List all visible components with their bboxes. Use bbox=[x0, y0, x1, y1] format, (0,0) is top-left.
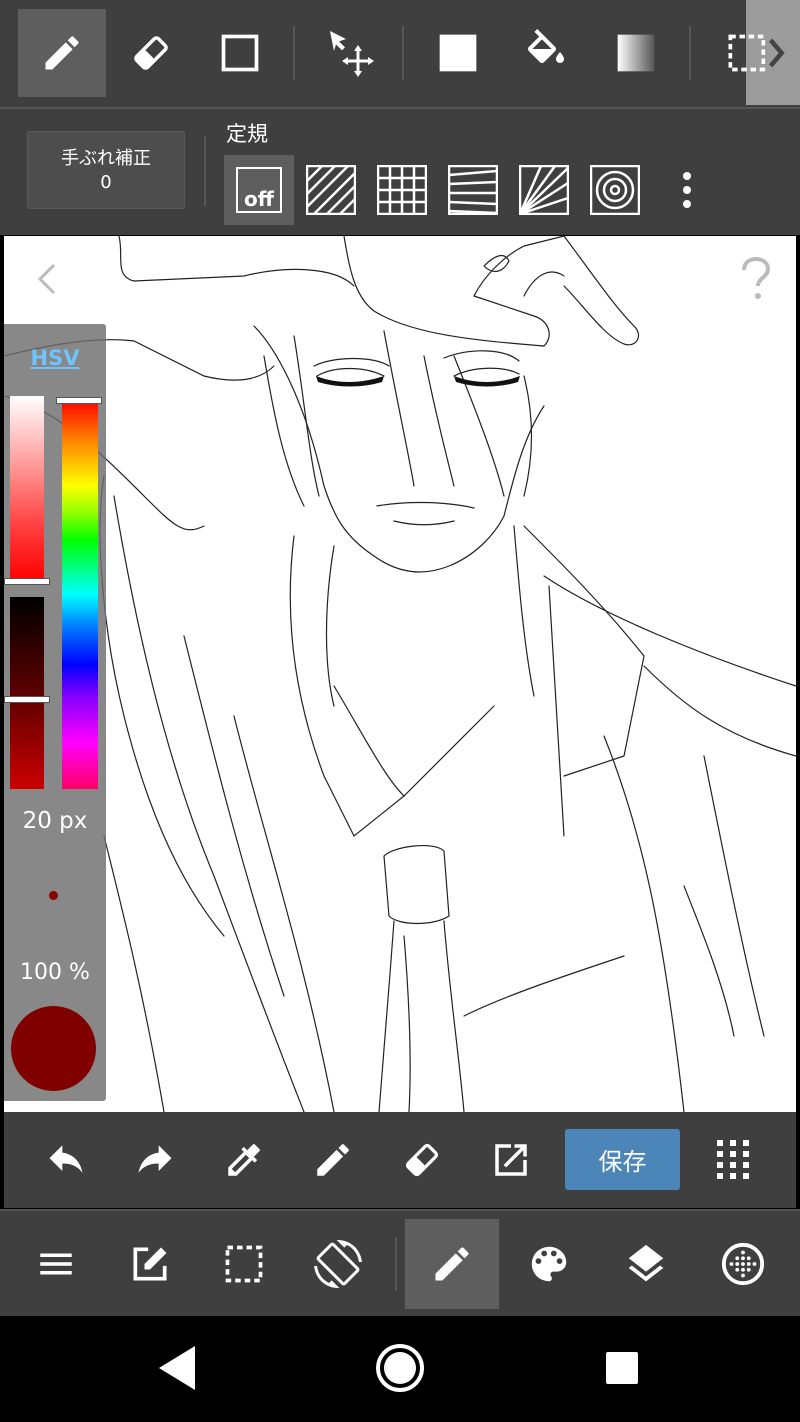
move-tool-button[interactable] bbox=[306, 9, 394, 97]
export-button[interactable] bbox=[471, 1112, 551, 1208]
recents-icon bbox=[606, 1352, 638, 1384]
toolbar-divider bbox=[293, 26, 295, 80]
action-bar: 保存 bbox=[4, 1112, 796, 1208]
bucket-icon bbox=[527, 29, 564, 64]
line-art-drawing bbox=[4, 236, 796, 1112]
brush-icon bbox=[435, 1247, 469, 1281]
stabilizer-value: 0 bbox=[100, 172, 112, 193]
concentric-ruler-icon bbox=[590, 165, 640, 215]
ruler-divider bbox=[204, 136, 206, 206]
ruler-title: 定規 bbox=[226, 122, 268, 146]
android-nav-bar bbox=[0, 1316, 800, 1422]
rotate-button[interactable] bbox=[291, 1219, 385, 1309]
undo-icon bbox=[49, 1145, 83, 1173]
current-color-swatch[interactable] bbox=[11, 1006, 96, 1091]
selection-button[interactable] bbox=[197, 1219, 291, 1309]
ruler-off-icon: off bbox=[236, 167, 282, 213]
ruler-perspective-button[interactable] bbox=[438, 155, 508, 225]
palette-icon bbox=[531, 1246, 567, 1282]
select-more-icon bbox=[728, 34, 785, 72]
layers-button[interactable] bbox=[599, 1219, 693, 1309]
edit-icon bbox=[133, 1247, 167, 1281]
help-icon bbox=[742, 256, 771, 299]
pencil-icon bbox=[45, 36, 79, 70]
grid-menu-icon bbox=[717, 1140, 749, 1179]
perspective-ruler-icon bbox=[448, 165, 498, 215]
rectangle-tool-button[interactable] bbox=[196, 9, 284, 97]
eyedropper-button[interactable] bbox=[204, 1112, 284, 1208]
ruler-concentric-button[interactable] bbox=[580, 155, 650, 225]
ruler-more-button[interactable] bbox=[652, 155, 722, 225]
pencil-tool-button[interactable] bbox=[18, 9, 106, 97]
ruler-grid-button[interactable] bbox=[367, 155, 437, 225]
selection-icon bbox=[225, 1245, 263, 1283]
brightness-handle[interactable] bbox=[4, 696, 50, 703]
redo-button[interactable] bbox=[115, 1112, 195, 1208]
toolbar-divider bbox=[395, 1237, 397, 1291]
back-icon bbox=[159, 1346, 195, 1390]
brush-size-label[interactable]: 20 px bbox=[4, 808, 106, 834]
rectangle-icon bbox=[221, 34, 259, 72]
color-panel: HSV 20 px 100 % bbox=[4, 324, 106, 1101]
rotate-icon bbox=[314, 1240, 362, 1288]
drawing-canvas[interactable] bbox=[4, 236, 796, 1112]
nav-home-button[interactable] bbox=[375, 1343, 425, 1393]
material-icon bbox=[721, 1242, 765, 1286]
eraser-icon bbox=[405, 1143, 439, 1177]
select-tool-button[interactable] bbox=[712, 9, 800, 97]
stabilizer-button[interactable]: 手ぶれ補正 0 bbox=[27, 131, 185, 209]
brush-button[interactable] bbox=[405, 1219, 499, 1309]
gradient-tool-button[interactable] bbox=[592, 9, 680, 97]
chevron-left-icon bbox=[37, 263, 56, 295]
palette-button[interactable] bbox=[502, 1219, 596, 1309]
home-icon bbox=[376, 1344, 424, 1392]
canvas-help-button[interactable] bbox=[736, 256, 776, 304]
main-toolbar bbox=[0, 1209, 800, 1317]
undo-button[interactable] bbox=[26, 1112, 106, 1208]
fill-rect-icon bbox=[439, 34, 477, 72]
grid-ruler-icon bbox=[377, 165, 427, 215]
material-button[interactable] bbox=[696, 1219, 790, 1309]
ruler-parallel-button[interactable] bbox=[296, 155, 366, 225]
hue-handle[interactable] bbox=[56, 397, 102, 404]
layers-icon bbox=[628, 1244, 664, 1282]
toolbar-divider bbox=[689, 26, 691, 80]
export-icon bbox=[495, 1144, 527, 1176]
eraser-button[interactable] bbox=[382, 1112, 462, 1208]
ruler-radial-button[interactable] bbox=[509, 155, 579, 225]
hue-slider[interactable] bbox=[62, 400, 98, 789]
ruler-off-label: off bbox=[244, 187, 274, 211]
color-mode-link[interactable]: HSV bbox=[4, 346, 106, 370]
eraser-icon bbox=[134, 36, 168, 70]
parallel-ruler-icon bbox=[306, 165, 356, 215]
menu-icon bbox=[40, 1253, 72, 1275]
eraser-tool-button[interactable] bbox=[107, 9, 195, 97]
stabilizer-label: 手ぶれ補正 bbox=[61, 148, 151, 169]
grid-menu-button[interactable] bbox=[693, 1112, 773, 1208]
saturation-slider[interactable] bbox=[10, 396, 44, 581]
eyedropper-icon bbox=[228, 1144, 260, 1176]
brightness-slider[interactable] bbox=[10, 597, 44, 789]
fill-rect-tool-button[interactable] bbox=[414, 9, 502, 97]
save-button[interactable]: 保存 bbox=[565, 1129, 680, 1190]
opacity-label[interactable]: 100 % bbox=[4, 960, 106, 985]
bucket-tool-button[interactable] bbox=[502, 9, 590, 97]
edit-button[interactable] bbox=[103, 1219, 197, 1309]
canvas-back-button[interactable] bbox=[34, 261, 60, 297]
gradient-icon bbox=[617, 34, 655, 72]
radial-ruler-icon bbox=[519, 165, 569, 215]
redo-icon bbox=[138, 1145, 172, 1173]
brush-size-preview bbox=[49, 891, 58, 900]
saturation-handle[interactable] bbox=[4, 578, 50, 585]
nav-recents-button[interactable] bbox=[605, 1351, 639, 1385]
top-toolbar bbox=[0, 0, 800, 109]
move-select-icon bbox=[330, 31, 374, 77]
ruler-off-button[interactable]: off bbox=[224, 155, 294, 225]
toolbar-divider bbox=[402, 26, 404, 80]
pen-button[interactable] bbox=[293, 1112, 373, 1208]
pen-icon bbox=[317, 1144, 349, 1176]
nav-back-button[interactable] bbox=[155, 1344, 199, 1392]
menu-button[interactable] bbox=[9, 1219, 103, 1309]
more-vert-icon bbox=[683, 172, 691, 208]
